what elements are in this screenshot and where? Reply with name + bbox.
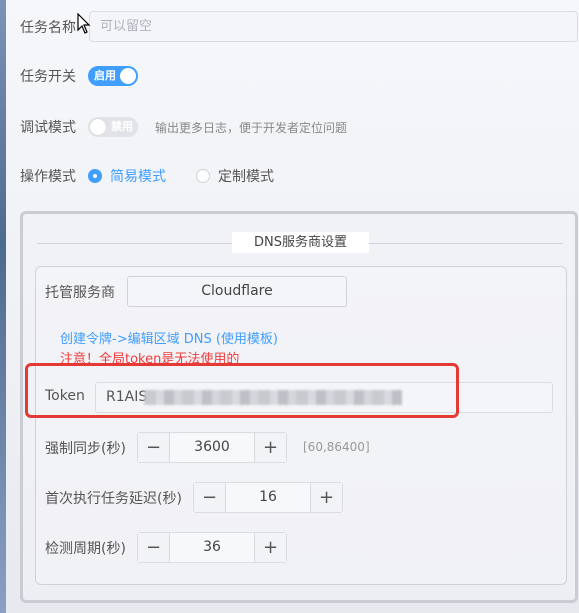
debug-mode-state: 禁用 [111, 120, 133, 133]
plus-icon[interactable]: + [310, 483, 342, 512]
first-delay-value[interactable]: 16 [226, 483, 310, 512]
provider-label: 托管服务商 [45, 285, 115, 301]
dns-panel-title: DNS服务商设置 [232, 232, 369, 253]
switch-knob [120, 68, 136, 84]
provider-select[interactable]: Cloudflare [127, 276, 347, 307]
task-switch-row: 任务开关 启用 [20, 66, 138, 86]
provider-row: 托管服务商 [45, 282, 115, 302]
force-sync-range: [60,86400] [303, 440, 370, 454]
force-sync-stepper[interactable]: − 3600 + [137, 432, 287, 463]
task-name-label: 任务名称 [20, 20, 76, 36]
force-sync-value[interactable]: 3600 [170, 433, 254, 462]
desktop-edge [0, 0, 6, 613]
operation-mode-row: 操作模式 简易模式 定制模式 [20, 166, 274, 186]
task-name-input[interactable]: 可以留空 [89, 11, 578, 42]
radio-custom-label: 定制模式 [218, 169, 274, 185]
minus-icon[interactable]: − [138, 533, 170, 562]
debug-mode-row: 调试模式 禁用 输出更多日志，便于开发者定位问题 [20, 117, 347, 137]
task-switch-toggle[interactable]: 启用 [88, 66, 138, 86]
check-period-label: 检测周期(秒) [45, 541, 126, 557]
plus-icon[interactable]: + [254, 533, 286, 562]
plus-icon[interactable]: + [254, 433, 286, 462]
switch-knob [90, 119, 106, 135]
radio-circle [196, 169, 210, 183]
first-delay-stepper[interactable]: − 16 + [193, 482, 343, 513]
operation-mode-label: 操作模式 [20, 169, 76, 185]
check-period-value[interactable]: 36 [170, 533, 254, 562]
task-switch-state: 启用 [94, 69, 116, 82]
check-period-row: 检测周期(秒) [45, 538, 126, 558]
debug-mode-toggle[interactable]: 禁用 [88, 117, 138, 137]
minus-icon[interactable]: − [194, 483, 226, 512]
first-delay-label: 首次执行任务延迟(秒) [45, 491, 182, 507]
debug-mode-label: 调试模式 [20, 120, 76, 136]
first-delay-row: 首次执行任务延迟(秒) [45, 488, 182, 508]
minus-icon[interactable]: − [138, 433, 170, 462]
create-token-link[interactable]: 创建令牌->编辑区域 DNS (使用模板) [60, 328, 278, 347]
force-sync-label: 强制同步(秒) [45, 441, 126, 457]
check-period-stepper[interactable]: − 36 + [137, 532, 287, 563]
debug-mode-hint: 输出更多日志，便于开发者定位问题 [155, 120, 348, 135]
mouse-pointer-icon [77, 13, 91, 34]
force-sync-row: 强制同步(秒) [45, 438, 126, 458]
radio-simple-label: 简易模式 [110, 169, 166, 185]
task-name-row: 任务名称 [20, 17, 76, 37]
radio-circle [88, 169, 102, 183]
highlight-frame [25, 363, 459, 418]
task-switch-label: 任务开关 [20, 69, 76, 85]
radio-simple-mode[interactable]: 简易模式 [88, 166, 166, 186]
radio-custom-mode[interactable]: 定制模式 [196, 166, 274, 186]
